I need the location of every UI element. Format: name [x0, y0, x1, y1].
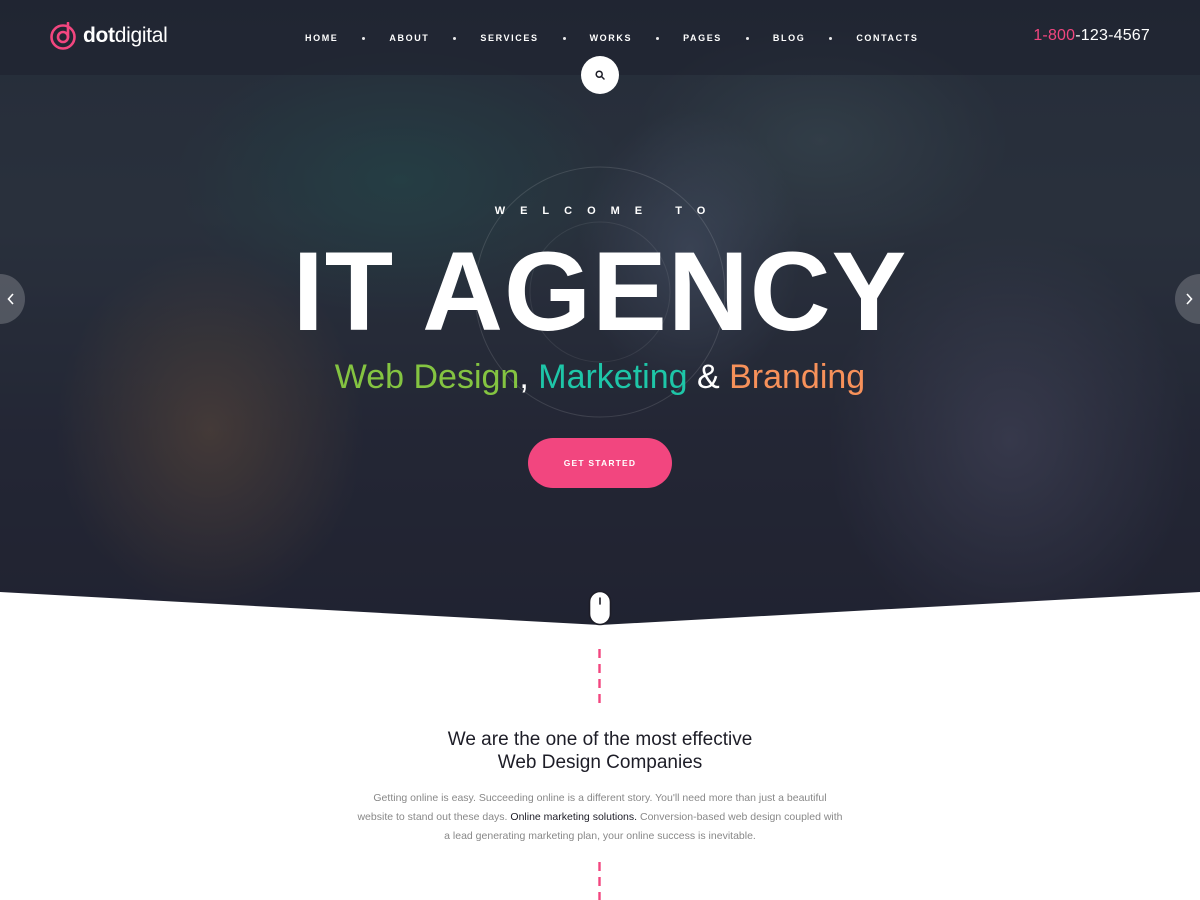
- nav-separator: [745, 36, 749, 40]
- subtitle-separator: &: [687, 358, 730, 396]
- logo-text: dotdigital: [83, 24, 168, 48]
- phone-prefix: 1-800: [1033, 27, 1076, 44]
- section-divider-dashes: [598, 649, 601, 709]
- phone-rest: -123-4567: [1075, 27, 1150, 44]
- nav-item-home[interactable]: HOME: [305, 33, 338, 43]
- nav-item-blog[interactable]: BLOG: [773, 33, 805, 43]
- nav-item-contacts[interactable]: CONTACTS: [856, 33, 918, 43]
- about-text: Getting online is easy. Succeeding onlin…: [355, 789, 845, 846]
- phone-number[interactable]: 1-800-123-4567: [1033, 27, 1150, 45]
- about-text-highlight: Online marketing solutions.: [510, 811, 638, 823]
- nav-item-works[interactable]: WORKS: [590, 33, 633, 43]
- logo-text-light: digital: [114, 24, 168, 47]
- subtitle-marketing: Marketing: [538, 358, 688, 396]
- hero-welcome: WELCOME TO: [494, 205, 721, 217]
- nav-separator: [362, 36, 366, 40]
- about-heading-line2: Web Design Companies: [497, 752, 703, 773]
- subtitle-separator: ,: [519, 358, 539, 396]
- subtitle-web-design: Web Design: [334, 358, 520, 396]
- hero-title: IT AGENCY: [292, 229, 908, 354]
- nav-item-pages[interactable]: PAGES: [683, 33, 722, 43]
- nav-separator: [453, 36, 457, 40]
- main-nav: HOME ABOUT SERVICES WORKS PAGES BLOG CON…: [305, 30, 918, 46]
- about-heading: We are the one of the most effective Web…: [0, 728, 1200, 774]
- hero-subtitle: Web Design, Marketing & Branding: [0, 355, 1200, 399]
- chevron-left-icon: [7, 293, 14, 305]
- nav-item-services[interactable]: SERVICES: [480, 33, 538, 43]
- nav-separator: [829, 36, 833, 40]
- get-started-button[interactable]: GET STARTED: [528, 438, 672, 488]
- nav-separator: [656, 36, 660, 40]
- logo-text-bold: dot: [83, 24, 115, 47]
- chevron-right-icon: [1186, 293, 1193, 305]
- scroll-down-mouse-icon[interactable]: [588, 590, 612, 626]
- subtitle-branding: Branding: [729, 358, 866, 396]
- nav-separator: [562, 36, 566, 40]
- search-icon: [595, 70, 605, 80]
- logo[interactable]: dotdigital: [49, 22, 168, 50]
- search-button[interactable]: [581, 56, 619, 94]
- about-heading-line1: We are the one of the most effective: [447, 729, 753, 750]
- section-divider-dashes: [598, 862, 601, 900]
- nav-item-about[interactable]: ABOUT: [389, 33, 429, 43]
- logo-mark-icon: [50, 22, 76, 50]
- hero-slider: dotdigital HOME ABOUT SERVICES WORKS PAG…: [0, 0, 1200, 625]
